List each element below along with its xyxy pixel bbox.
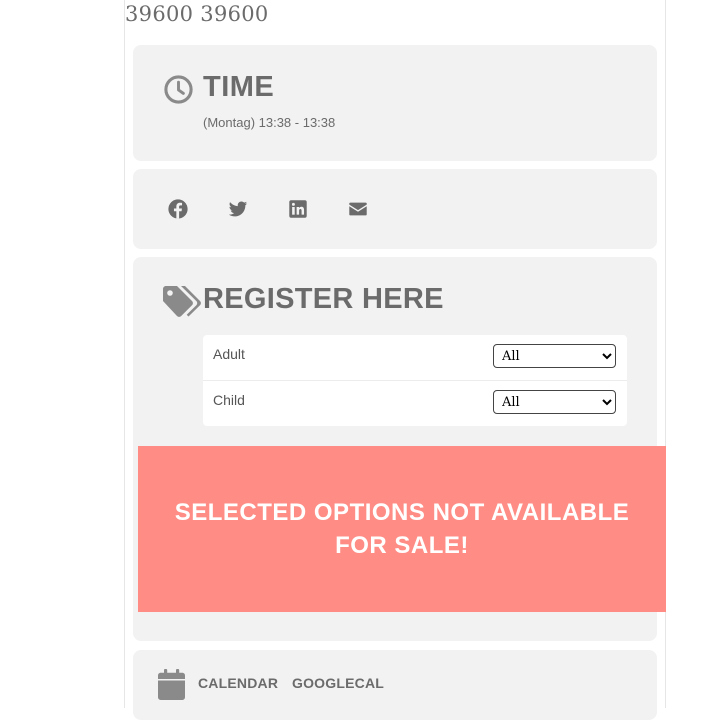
- ticket-label: Adult: [213, 346, 245, 362]
- share-card: [133, 169, 657, 249]
- clock-icon: [164, 75, 193, 104]
- ticket-table: Adult All Child All: [203, 335, 627, 426]
- ticket-row-adult: Adult All: [203, 335, 627, 381]
- calendar-link[interactable]: CALENDAR: [198, 675, 278, 691]
- adult-quantity-select[interactable]: All: [493, 344, 616, 368]
- tags-icon: [163, 286, 201, 317]
- email-icon[interactable]: [347, 198, 369, 220]
- time-range: (Montag) 13:38 - 13:38: [203, 115, 336, 130]
- child-quantity-select[interactable]: All: [493, 390, 616, 414]
- alert-message: SELECTED OPTIONS NOT AVAILABLE FOR SALE!: [174, 499, 630, 559]
- facebook-icon[interactable]: [167, 198, 189, 220]
- googlecal-link[interactable]: GOOGLECAL: [292, 675, 384, 691]
- ticket-label: Child: [213, 392, 245, 408]
- linkedin-icon[interactable]: [287, 198, 309, 220]
- twitter-icon[interactable]: [227, 198, 249, 220]
- unavailable-alert: SELECTED OPTIONS NOT AVAILABLE FOR SALE!: [138, 446, 666, 612]
- register-heading: REGISTER HERE: [203, 283, 444, 315]
- ticket-row-child: Child All: [203, 381, 627, 426]
- time-heading: TIME: [203, 71, 275, 103]
- calendar-icon: [158, 669, 185, 700]
- event-title: 39600 39600: [125, 2, 269, 26]
